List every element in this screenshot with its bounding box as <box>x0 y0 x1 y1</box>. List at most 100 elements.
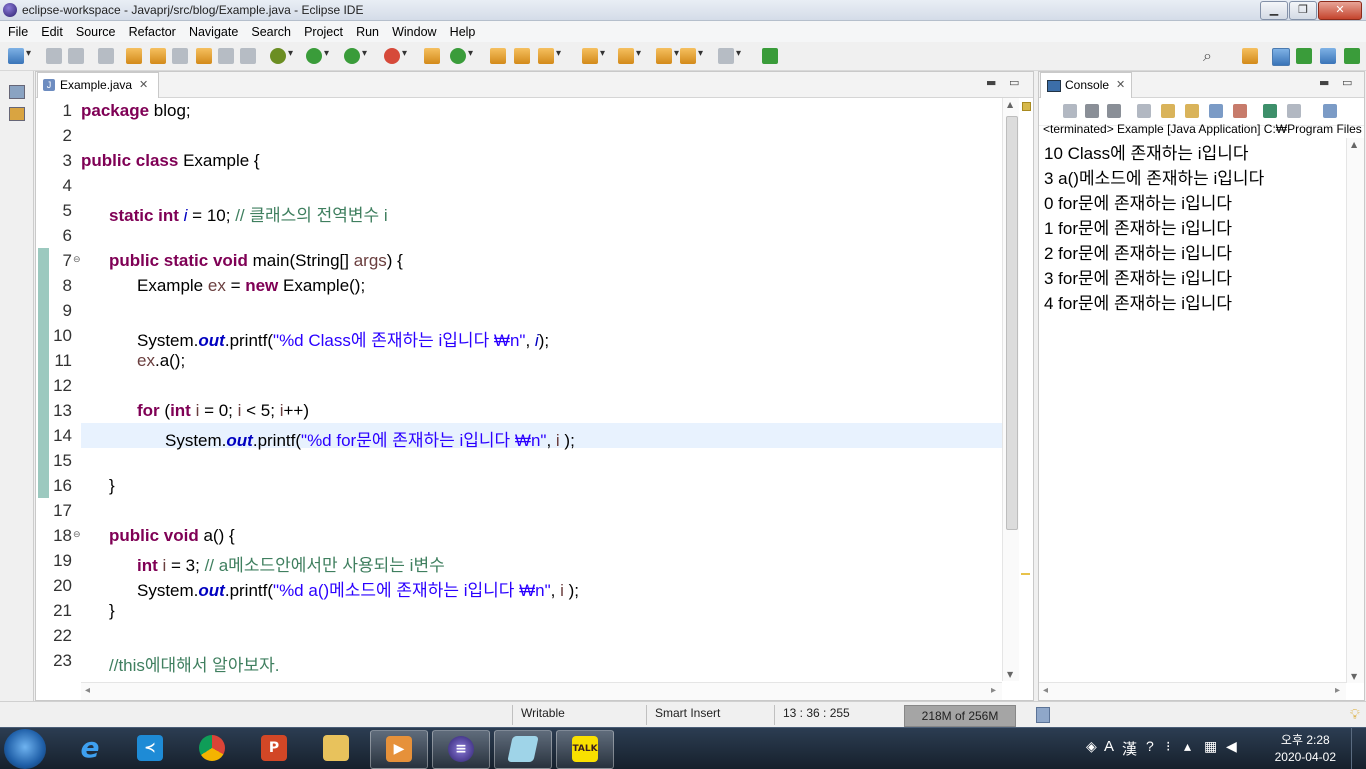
help-icon[interactable]: ? <box>1146 738 1154 754</box>
open-perspective-icon[interactable] <box>1242 48 1258 64</box>
run-icon[interactable] <box>306 48 329 64</box>
debug-perspective-icon[interactable] <box>1296 48 1312 64</box>
coverage-icon[interactable] <box>344 48 367 64</box>
menu-project[interactable]: Project <box>304 22 343 43</box>
menu-source[interactable]: Source <box>76 22 116 43</box>
back-arrow-icon[interactable] <box>680 48 703 64</box>
console-icon <box>1047 80 1061 92</box>
menu-refactor[interactable]: Refactor <box>129 22 176 43</box>
notepad-icon[interactable] <box>494 730 552 769</box>
team-perspective-icon[interactable] <box>1344 48 1360 64</box>
tray-options-icon[interactable]: ⁝ <box>1166 738 1170 755</box>
maximize-button[interactable]: ❐ <box>1289 1 1317 20</box>
maximize-editor-icon[interactable]: ▭ <box>1009 76 1019 89</box>
open-console-icon[interactable] <box>1323 104 1337 118</box>
toggle-breadcrumb-icon[interactable] <box>172 48 188 64</box>
tab-console[interactable]: Console ✕ <box>1040 72 1132 98</box>
search-icon[interactable]: ⌕ <box>1203 46 1219 65</box>
next-edit-icon[interactable] <box>582 48 605 64</box>
network-icon[interactable]: ▦ <box>1204 738 1217 755</box>
previous-edit-icon[interactable] <box>618 48 641 64</box>
code-area[interactable]: ⊖ ⊖ 1 2 3 4 5 6 7 8 9 10 11 12 13 14 15 … <box>36 98 1002 679</box>
show-desktop-button[interactable] <box>1351 728 1366 769</box>
vscode-icon[interactable]: ≺ <box>122 730 178 767</box>
menu-run[interactable]: Run <box>356 22 379 43</box>
external-tools-icon[interactable] <box>384 48 407 64</box>
chrome-icon[interactable] <box>184 730 240 767</box>
editor-vertical-scrollbar[interactable]: ▲ ▼ <box>1002 98 1020 681</box>
block-selection-icon[interactable] <box>218 48 234 64</box>
debug-icon[interactable] <box>270 48 293 64</box>
close-button[interactable]: ✕ <box>1318 1 1362 20</box>
forward-arrow-icon[interactable] <box>718 48 741 64</box>
language-bar-icon[interactable]: ◈ <box>1086 738 1097 755</box>
garbage-collect-icon[interactable] <box>1036 707 1050 723</box>
pin-console-icon[interactable] <box>1263 104 1277 118</box>
powerpoint-icon[interactable]: P <box>246 730 302 767</box>
code-line: public void a() { <box>109 526 235 545</box>
scroll-lock-icon[interactable] <box>1161 104 1175 118</box>
fold-icon[interactable]: ⊖ <box>73 530 81 540</box>
java-perspective-icon[interactable] <box>1272 48 1290 66</box>
media-player-icon[interactable]: ▶ <box>370 730 428 769</box>
eclipse-icon[interactable]: ≡ <box>432 730 490 769</box>
console-vertical-scrollbar[interactable]: ▲ ▼ <box>1346 138 1364 683</box>
remove-launch-icon[interactable] <box>1085 104 1099 118</box>
ime-alpha-icon[interactable]: A <box>1104 738 1114 755</box>
skip-breakpoints-icon[interactable] <box>98 48 114 64</box>
menu-file[interactable]: File <box>8 22 28 43</box>
show-on-error-icon[interactable] <box>1233 104 1247 118</box>
show-on-output-icon[interactable] <box>1209 104 1223 118</box>
git-perspective-icon[interactable] <box>1320 48 1336 64</box>
next-annotation-icon[interactable] <box>196 48 212 64</box>
open-type-icon[interactable] <box>126 48 142 64</box>
volume-muted-icon[interactable]: ◀ <box>1226 738 1237 755</box>
terminate-icon[interactable] <box>1063 104 1077 118</box>
kakaotalk-icon[interactable]: TALK <box>556 730 614 769</box>
console-horizontal-scrollbar[interactable]: ◂ ▸ <box>1039 682 1346 700</box>
minimize-console-icon[interactable]: ▬ <box>1319 76 1329 89</box>
editor-horizontal-scrollbar[interactable]: ◂ ▸ <box>81 682 1002 700</box>
clear-console-icon[interactable] <box>1137 104 1151 118</box>
ime-hanja-icon[interactable]: 漢 <box>1122 738 1137 759</box>
display-console-icon[interactable] <box>1287 104 1301 118</box>
fold-icon[interactable]: ⊖ <box>73 255 81 265</box>
cursor-position-status: 13 : 36 : 255 <box>783 706 850 720</box>
menu-edit[interactable]: Edit <box>41 22 63 43</box>
menu-search[interactable]: Search <box>251 22 291 43</box>
minimize-button[interactable]: ▁ <box>1260 1 1288 20</box>
search-tool-icon[interactable] <box>538 48 561 64</box>
menu-window[interactable]: Window <box>392 22 436 43</box>
new-java-project-icon[interactable] <box>424 48 440 64</box>
scrollbar-thumb[interactable] <box>1006 116 1018 530</box>
close-tab-icon[interactable]: ✕ <box>139 73 148 97</box>
start-orb-icon[interactable] <box>4 729 46 769</box>
restore-icon[interactable] <box>9 85 25 99</box>
save-icon[interactable] <box>46 48 62 64</box>
close-console-icon[interactable]: ✕ <box>1116 73 1125 97</box>
internet-explorer-icon[interactable]: e <box>62 730 118 767</box>
minimize-editor-icon[interactable]: ▬ <box>986 76 996 89</box>
clock[interactable]: 오후 2:28 2020-04-02 <box>1275 732 1336 766</box>
show-hidden-icons-icon[interactable]: ▴ <box>1184 738 1191 755</box>
new-class-icon[interactable] <box>450 48 473 64</box>
overview-ruler[interactable] <box>1019 98 1032 681</box>
pin-editor-icon[interactable] <box>762 48 778 64</box>
show-whitespace-icon[interactable] <box>240 48 256 64</box>
save-all-icon[interactable] <box>68 48 84 64</box>
word-wrap-icon[interactable] <box>1185 104 1199 118</box>
toggle-mark-occurrences-icon[interactable] <box>150 48 166 64</box>
open-task-icon[interactable] <box>514 48 530 64</box>
menu-navigate[interactable]: Navigate <box>189 22 238 43</box>
remove-all-terminated-icon[interactable] <box>1107 104 1121 118</box>
heap-status[interactable]: 218M of 256M <box>904 705 1016 727</box>
maximize-console-icon[interactable]: ▭ <box>1342 76 1352 89</box>
tab-example-java[interactable]: J Example.java ✕ <box>37 72 159 98</box>
tip-icon[interactable]: 💡︎ <box>1350 706 1360 723</box>
back-icon[interactable] <box>656 48 679 64</box>
package-explorer-icon[interactable] <box>9 107 25 121</box>
open-folder-icon[interactable] <box>490 48 506 64</box>
new-icon[interactable] <box>8 48 31 64</box>
menu-help[interactable]: Help <box>450 22 476 43</box>
file-explorer-icon[interactable] <box>308 730 364 767</box>
